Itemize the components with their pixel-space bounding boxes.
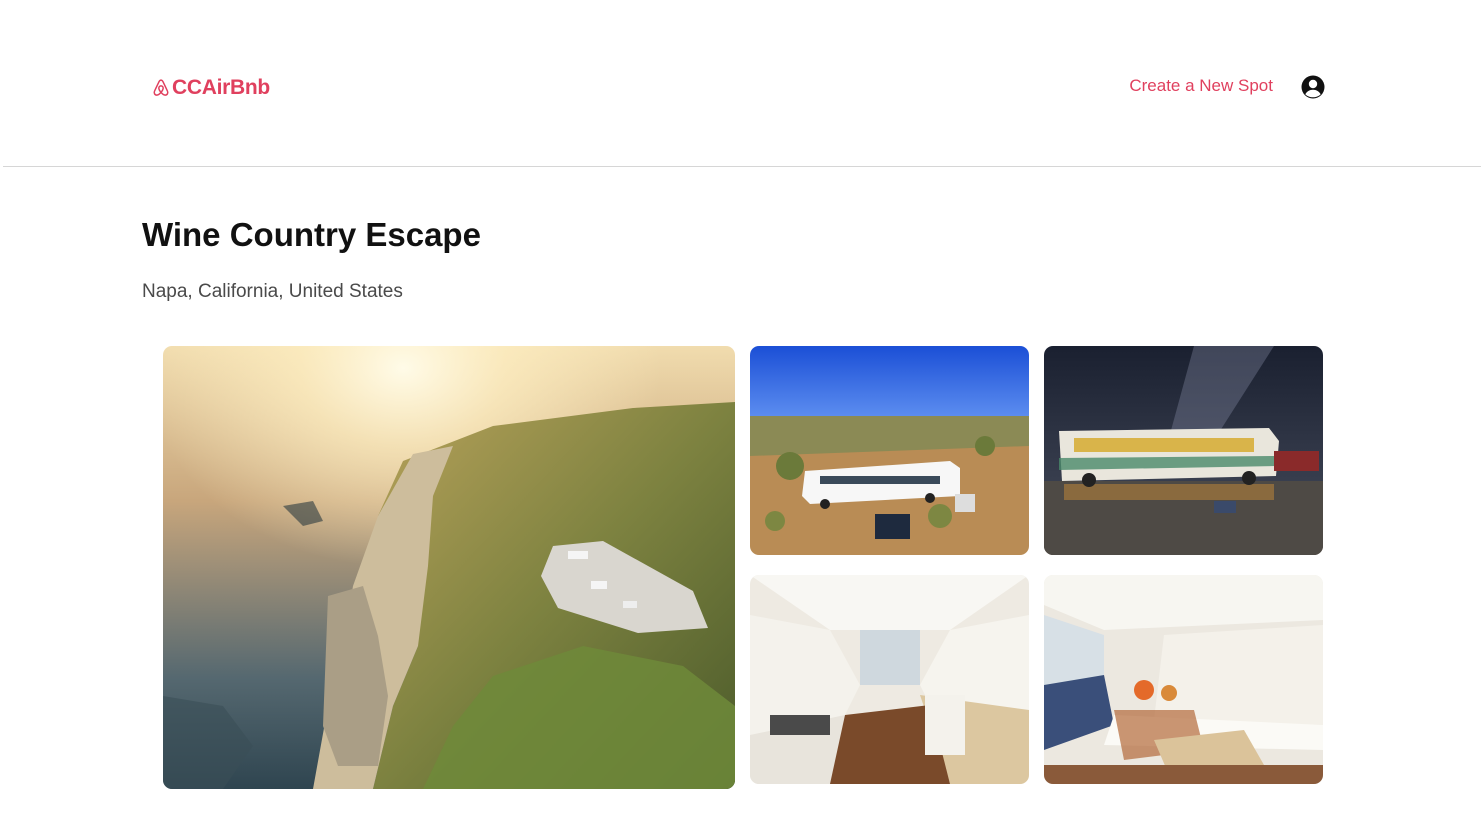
site-header: CCAirBnb Create a New Spot xyxy=(0,0,1484,167)
user-circle-icon xyxy=(1301,75,1325,99)
spot-image-3[interactable] xyxy=(1044,346,1323,555)
airbnb-belo-icon xyxy=(153,79,169,96)
bus-night-sky-photo xyxy=(1044,346,1323,555)
logo-link[interactable]: CCAirBnb xyxy=(151,74,270,102)
page: CCAirBnb Create a New Spot Wine Country … xyxy=(0,0,1484,835)
bus-kitchen-interior-photo xyxy=(750,575,1029,784)
create-new-spot-link[interactable]: Create a New Spot xyxy=(1129,76,1273,96)
profile-menu-button[interactable] xyxy=(1300,74,1326,100)
header-divider xyxy=(3,166,1481,167)
logo-text: CCAirBnb xyxy=(172,76,270,99)
bus-bedroom-interior-photo xyxy=(1044,575,1323,784)
spot-main-image[interactable] xyxy=(163,346,735,789)
spot-location: Napa, California, United States xyxy=(142,281,403,302)
spot-image-4[interactable] xyxy=(750,575,1029,784)
spot-image-5[interactable] xyxy=(1044,575,1323,784)
spot-image-2[interactable] xyxy=(750,346,1029,555)
spot-title: Wine Country Escape xyxy=(142,216,481,253)
coastal-cliff-aerial-photo xyxy=(163,346,735,789)
white-bus-desert-photo xyxy=(750,346,1029,555)
